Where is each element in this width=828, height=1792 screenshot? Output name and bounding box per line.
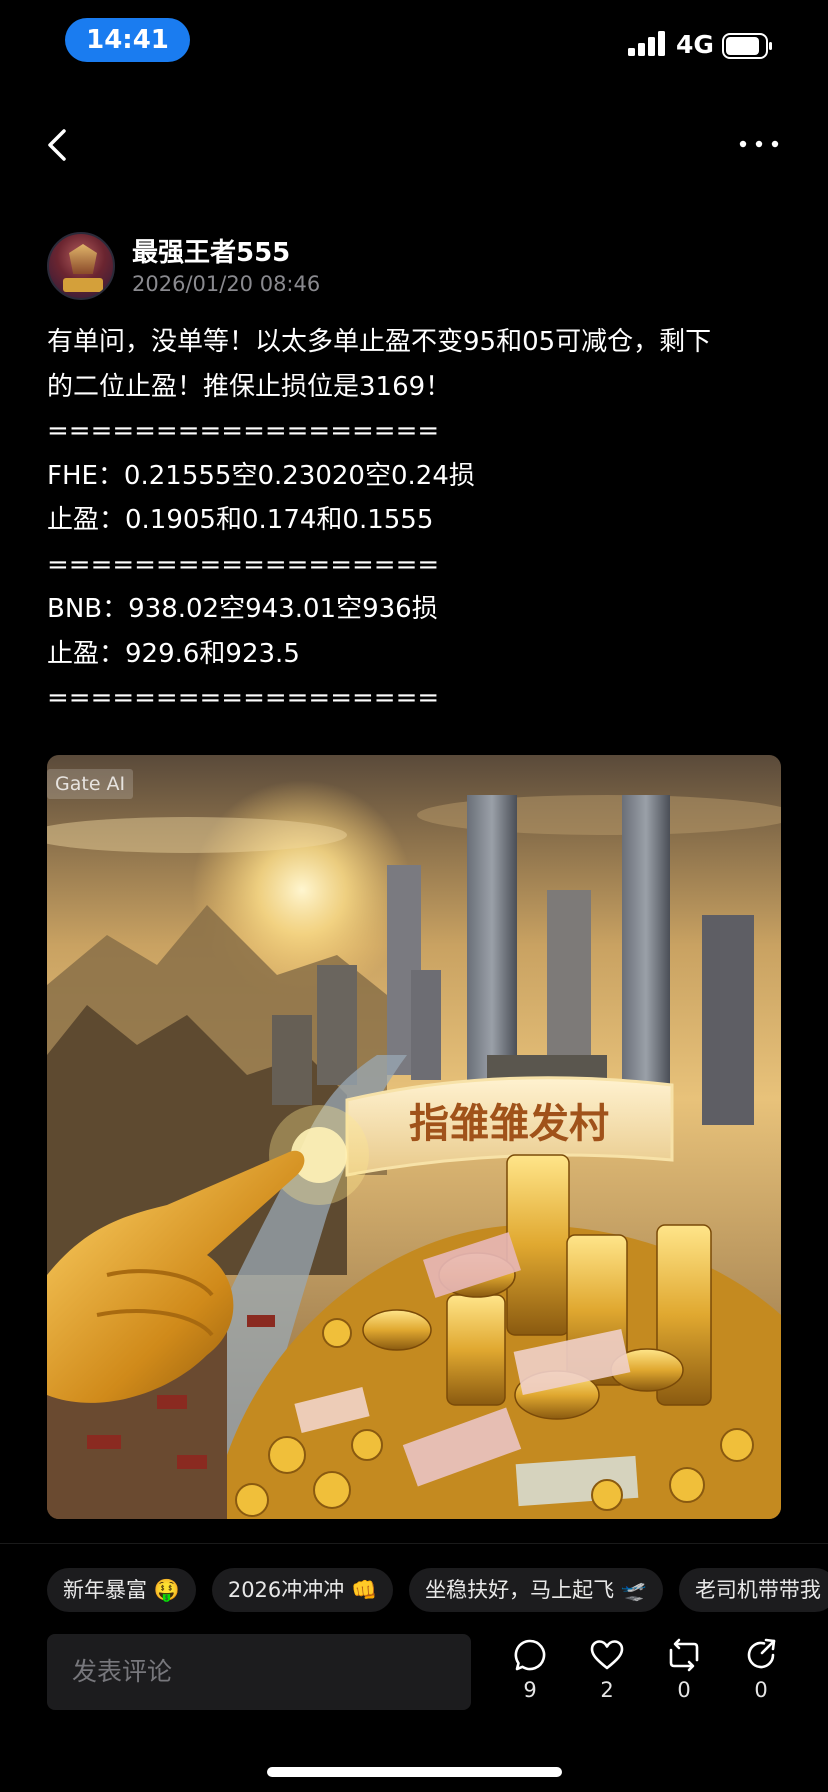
post-line: ================== (47, 549, 440, 580)
status-time: 14:41 (65, 18, 190, 62)
like-button[interactable]: 2 (587, 1638, 627, 1710)
comment-count: 9 (523, 1678, 537, 1702)
repost-button[interactable]: 0 (664, 1638, 704, 1710)
more-dots-icon[interactable] (738, 132, 780, 156)
tag-chip[interactable]: 老司机带带我 (678, 1568, 828, 1612)
tag-chip[interactable]: 新年暴富 🤑 (47, 1568, 196, 1612)
ai-generated-illustration: 指雏雏发村 (47, 755, 781, 1519)
avatar[interactable] (47, 232, 115, 300)
home-indicator[interactable] (267, 1767, 562, 1777)
status-bar: 14:41 4G (0, 0, 828, 88)
share-button[interactable]: 0 (741, 1638, 781, 1710)
post-image[interactable]: 指雏雏发村 Gate AI (47, 755, 781, 1519)
ai-tag: Gate AI (47, 769, 134, 799)
author-name[interactable]: 最强王者555 (132, 232, 290, 269)
author-header: 最强王者555 2026/01/20 08:46 (47, 232, 747, 302)
post-timestamp: 2026/01/20 08:46 (132, 272, 321, 296)
post-line: 的二位止盈！推保止损位是3169！ (47, 371, 452, 402)
comment-button[interactable]: 9 (510, 1638, 550, 1710)
post-line: 有单问，没单等！以太多单止盈不变95和05可减仓，剩下 (47, 327, 712, 357)
post-line: ================== (47, 416, 440, 446)
share-count: 0 (754, 1678, 768, 1702)
topic-tags: 新年暴富 🤑 2026冲冲冲 👊 坐稳扶好，马上起飞 🛫 老司机带带我 (47, 1568, 828, 1614)
battery-icon (722, 33, 772, 59)
post-text: 有单问，没单等！以太多单止盈不变95和05可减仓，剩下 的二位止盈！推保止损位是… (47, 320, 787, 721)
divider (0, 1543, 828, 1544)
heart-icon (590, 1640, 624, 1670)
tag-chip[interactable]: 坐稳扶好，马上起飞 🛫 (409, 1568, 663, 1612)
like-count: 2 (600, 1678, 614, 1702)
chevron-left-icon[interactable] (44, 128, 72, 162)
comment-input[interactable]: 发表评论 (47, 1634, 471, 1710)
post-line: FHE：0.21555空0.23020空0.24损 (47, 460, 475, 491)
post-line: 止盈：0.1905和0.174和0.1555 (47, 505, 434, 535)
post-line: 止盈：929.6和923.5 (47, 638, 300, 669)
signal-bars-icon (628, 31, 665, 56)
share-arrow-icon (747, 1638, 776, 1669)
network-type: 4G (676, 30, 714, 59)
post-line: ================== (47, 683, 440, 713)
repost-icon (669, 1638, 699, 1672)
comment-bubble-icon (514, 1639, 546, 1671)
banner-text: 指雏雏发村 (409, 1100, 609, 1147)
tag-chip[interactable]: 2026冲冲冲 👊 (211, 1568, 394, 1612)
post-line: BNB：938.02空943.01空936损 (47, 594, 438, 624)
top-nav (0, 120, 828, 170)
repost-count: 0 (677, 1678, 691, 1702)
